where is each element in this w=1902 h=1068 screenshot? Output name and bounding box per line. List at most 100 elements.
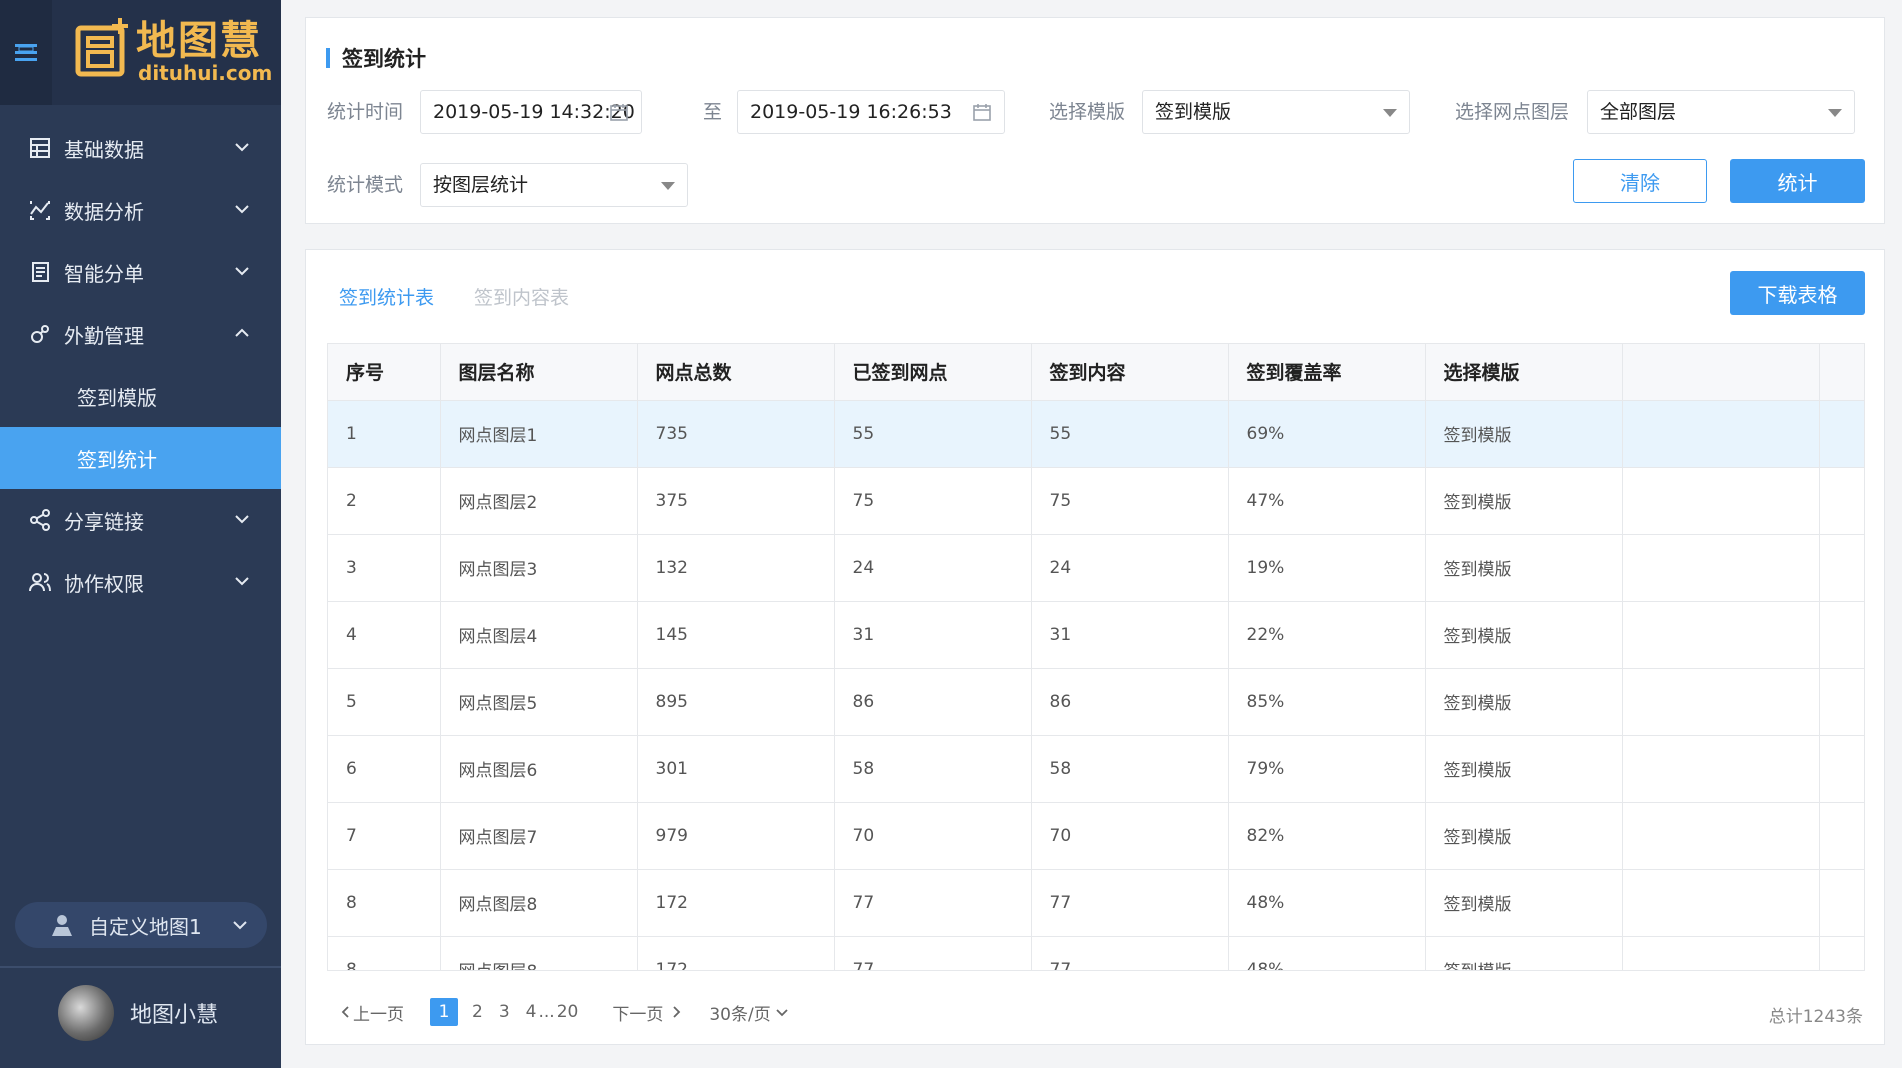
table-cell	[1622, 735, 1820, 803]
column-header	[1622, 344, 1820, 401]
mode-label: 统计模式	[327, 174, 404, 196]
sidebar-item-share-link[interactable]: 分享链接	[0, 489, 281, 551]
sidebar-item-label: 协作权限	[64, 571, 144, 596]
table-row[interactable]: 7 网点图层7 979 70 70 82% 签到模版	[328, 802, 1864, 870]
table-row[interactable]: 1 网点图层1 735 55 55 69% 签到模版	[328, 400, 1864, 468]
table-cell	[1819, 400, 1864, 468]
page-current[interactable]: 1	[430, 998, 458, 1026]
logo-mark-icon	[75, 18, 128, 77]
layer-select[interactable]: 全部图层	[1587, 90, 1855, 134]
table-header-row: 序号 图层名称 网点总数 已签到网点 签到内容 签到覆盖率 选择模版	[328, 344, 1864, 401]
column-header[interactable]: 签到内容	[1031, 344, 1229, 401]
page-size-select[interactable]: 30条/页	[709, 1000, 788, 1025]
table-cell	[1622, 936, 1820, 970]
table-cell	[1819, 869, 1864, 937]
download-table-button[interactable]: 下载表格	[1730, 271, 1865, 315]
table-cell: 22%	[1228, 601, 1426, 669]
prev-page-label: 上一页	[353, 1004, 404, 1025]
tab-checkin-content[interactable]: 签到内容表	[474, 283, 569, 310]
table-cell: 网点图层4	[440, 601, 638, 669]
sidebar-item-basic-data[interactable]: 基础数据	[0, 117, 281, 179]
table-cell: 47%	[1228, 467, 1426, 535]
table-cell: 24	[1031, 534, 1229, 602]
column-header[interactable]: 选择模版	[1425, 344, 1623, 401]
table-cell: 7	[328, 802, 441, 870]
table-cell: 3	[328, 534, 441, 602]
column-header[interactable]: 序号	[328, 344, 441, 401]
next-page-button[interactable]: 下一页	[612, 1000, 683, 1025]
template-select[interactable]: 签到模版	[1142, 90, 1410, 134]
menu-icon	[15, 43, 37, 61]
page-link[interactable]: 2	[472, 1002, 483, 1022]
sidebar-subitem-checkin-template[interactable]: 签到模版	[0, 365, 281, 427]
chevron-down-icon	[776, 1009, 788, 1017]
caret-down-icon	[1828, 109, 1842, 117]
prev-page-button[interactable]: 上一页	[339, 1000, 404, 1025]
sidebar-item-field-management[interactable]: 外勤管理	[0, 303, 281, 365]
table-cell: 签到模版	[1425, 400, 1623, 468]
tab-checkin-stats[interactable]: 签到统计表	[339, 283, 434, 310]
clear-button[interactable]: 清除	[1573, 159, 1707, 203]
table-cell: 82%	[1228, 802, 1426, 870]
table-row[interactable]: 2 网点图层2 375 75 75 47% 签到模版	[328, 467, 1864, 535]
table-row[interactable]: 4 网点图层4 145 31 31 22% 签到模版	[328, 601, 1864, 669]
table-cell: 网点图层3	[440, 534, 638, 602]
table-row[interactable]: 8网点图层8172777748%签到模版	[328, 936, 1864, 970]
table-row[interactable]: 8网点图层8172777748%签到模版	[328, 869, 1864, 937]
map-selector[interactable]: 自定义地图1	[15, 902, 267, 948]
table-cell: 86	[1031, 668, 1229, 736]
table-cell	[1622, 400, 1820, 468]
table-cell	[1819, 735, 1864, 803]
page-link[interactable]: 3	[499, 1002, 510, 1022]
chevron-left-icon	[341, 1006, 349, 1018]
sidebar-item-smart-dispatch[interactable]: 智能分单	[0, 241, 281, 303]
column-header[interactable]: 图层名称	[440, 344, 638, 401]
table-cell: 4	[328, 601, 441, 669]
table-row[interactable]: 6 网点图层6 301 58 58 79% 签到模版	[328, 735, 1864, 803]
sidebar-subitem-label: 签到统计	[77, 447, 157, 472]
table-cell	[1622, 668, 1820, 736]
column-header[interactable]: 签到覆盖率	[1228, 344, 1426, 401]
table-cell	[1622, 869, 1820, 937]
map-user-icon	[52, 915, 72, 936]
table-cell: 55	[834, 400, 1032, 468]
chevron-down-icon	[235, 143, 249, 152]
table-row[interactable]: 5 网点图层5 895 86 86 85% 签到模版	[328, 668, 1864, 736]
table-cell: 86	[834, 668, 1032, 736]
to-label: 至	[703, 101, 723, 123]
table-row[interactable]: 3 网点图层3 132 24 24 19% 签到模版	[328, 534, 1864, 602]
page-link[interactable]: 4	[526, 1002, 537, 1022]
share-icon	[28, 508, 52, 532]
mode-select[interactable]: 按图层统计	[420, 163, 688, 207]
mode-select-value: 按图层统计	[433, 174, 529, 196]
table-cell	[1819, 936, 1864, 970]
sidebar: 地图慧 dituhui.com 基础数据 数据分析 智能分单 外勤管理 签到模版…	[0, 0, 281, 1068]
column-header[interactable]: 网点总数	[637, 344, 835, 401]
table-cell: 85%	[1228, 668, 1426, 736]
table-cell: 24	[834, 534, 1032, 602]
document-icon	[28, 260, 52, 284]
chevron-down-icon	[235, 577, 249, 586]
table-cell: 145	[637, 601, 835, 669]
start-time-field[interactable]: 2019-05-19 14:32:20	[420, 90, 642, 134]
stats-table-container[interactable]: 序号 图层名称 网点总数 已签到网点 签到内容 签到覆盖率 选择模版 1 网点图层…	[327, 343, 1865, 971]
table-body: 1 网点图层1 735 55 55 69% 签到模版 2 网点图层2 375 75 75 47% 签到模版…	[328, 400, 1864, 970]
logo[interactable]: 地图慧 dituhui.com	[74, 14, 272, 84]
table-cell: 网点图层7	[440, 802, 638, 870]
chevron-up-icon	[235, 328, 249, 337]
sidebar-item-data-analysis[interactable]: 数据分析	[0, 179, 281, 241]
user-profile[interactable]: 地图小慧	[58, 985, 218, 1041]
page-link[interactable]: 20	[557, 1002, 579, 1022]
table-cell: 172	[637, 869, 835, 937]
stat-button[interactable]: 统计	[1730, 159, 1865, 203]
table-cell: 895	[637, 668, 835, 736]
column-header[interactable]: 已签到网点	[834, 344, 1032, 401]
sidebar-subitem-checkin-stats[interactable]: 签到统计	[0, 427, 281, 489]
menu-toggle-button[interactable]	[0, 0, 52, 105]
sidebar-item-collaboration[interactable]: 协作权限	[0, 551, 281, 613]
chevron-down-icon	[233, 921, 247, 930]
table-cell	[1819, 802, 1864, 870]
table-cell: 8	[328, 936, 441, 970]
chevron-down-icon	[235, 267, 249, 276]
end-time-field[interactable]: 2019-05-19 16:26:53	[737, 90, 1005, 134]
